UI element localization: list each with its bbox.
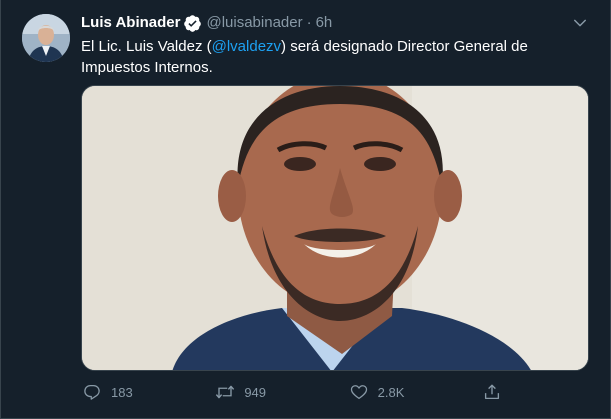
display-name[interactable]: Luis Abinader	[81, 13, 180, 33]
reply-count: 183	[111, 384, 133, 400]
reply-icon	[75, 378, 109, 406]
tweet-actions: 183 949 2.8K	[75, 378, 515, 406]
tweet-text: El Lic. Luis Valdez (@lvaldezv) será des…	[81, 36, 589, 78]
retweet-icon	[208, 378, 242, 406]
tweet-text-before: El Lic. Luis Valdez (	[81, 38, 212, 55]
tweet-card[interactable]: Luis Abinader @luisabinader · 6h El Lic.…	[0, 0, 611, 419]
timestamp[interactable]: 6h	[316, 13, 333, 33]
heart-icon	[342, 378, 376, 406]
user-handle[interactable]: @luisabinader	[206, 13, 302, 33]
reply-button[interactable]: 183	[75, 378, 185, 406]
tweet-content: Luis Abinader @luisabinader · 6h El Lic.…	[81, 12, 589, 78]
portrait-image	[82, 86, 588, 370]
separator-dot: ·	[306, 14, 312, 31]
tweet-photo[interactable]	[81, 85, 589, 371]
avatar[interactable]	[22, 14, 70, 62]
retweet-count: 949	[244, 384, 267, 400]
retweet-button[interactable]: 949	[208, 378, 318, 406]
share-icon	[475, 378, 509, 406]
verified-badge-icon	[183, 14, 202, 33]
like-button[interactable]: 2.8K	[342, 378, 452, 406]
tweet-header: Luis Abinader @luisabinader · 6h	[81, 12, 589, 34]
like-count: 2.8K	[377, 384, 405, 400]
chevron-down-icon[interactable]	[571, 14, 589, 32]
share-button[interactable]	[475, 378, 515, 406]
avatar-image	[22, 14, 70, 62]
mention-link[interactable]: @lvaldezv	[212, 38, 281, 55]
